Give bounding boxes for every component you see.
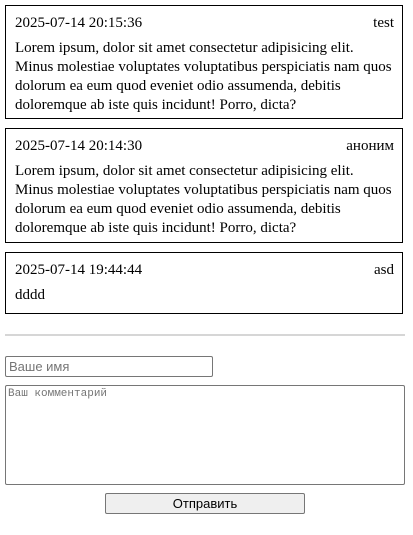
- comment-textarea[interactable]: [5, 385, 405, 485]
- comment-text: Lorem ipsum, dolor sit amet consectetur …: [15, 163, 392, 236]
- comment-card: 2025-07-14 19:44:44 asd dddd: [5, 252, 403, 314]
- comment-datetime: 2025-07-14 19:44:44: [15, 262, 143, 278]
- comment-text: dddd: [15, 287, 45, 303]
- comment-card: 2025-07-14 20:15:36 test Lorem ipsum, do…: [5, 5, 403, 119]
- comment-datetime: 2025-07-14 20:14:30: [15, 138, 143, 154]
- comment-card: 2025-07-14 20:14:30 аноним Lorem ipsum, …: [5, 128, 403, 243]
- comment-author: test: [373, 15, 394, 31]
- comment-author: asd: [374, 262, 394, 278]
- comment-text: Lorem ipsum, dolor sit amet consectetur …: [15, 40, 392, 113]
- comment-header: 2025-07-14 20:15:36 test: [15, 14, 394, 32]
- comment-datetime: 2025-07-14 20:15:36: [15, 15, 143, 31]
- comment-header: 2025-07-14 19:44:44 asd: [15, 261, 394, 279]
- comment-header: 2025-07-14 20:14:30 аноним: [15, 137, 394, 155]
- name-input[interactable]: [5, 356, 213, 377]
- divider: [5, 334, 405, 336]
- submit-button[interactable]: Отправить: [105, 493, 305, 514]
- comment-author: аноним: [346, 138, 394, 154]
